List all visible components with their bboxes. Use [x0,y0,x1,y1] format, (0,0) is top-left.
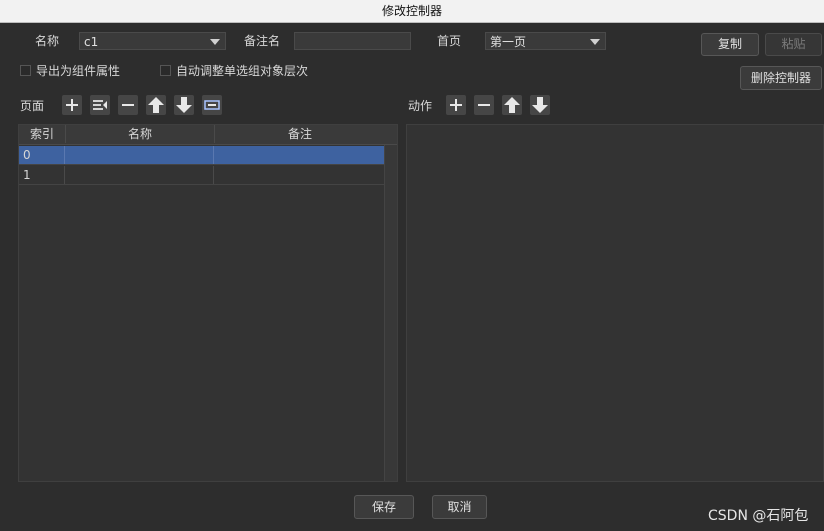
pages-table[interactable]: 索引 名称 备注 0 1 [18,124,398,482]
add-icon [450,99,462,111]
homepage-combobox[interactable]: 第一页 [485,32,606,50]
save-button[interactable]: 保存 [354,495,414,519]
remark-label: 备注名 [244,34,281,48]
dialog-body: 名称 c1 备注名 首页 第一页 复制 粘贴 导出为组件属性 自动调整单选组对象… [0,23,824,531]
move-up-icon [504,97,520,113]
column-header-note[interactable]: 备注 [215,125,385,143]
row-name[interactable] [66,146,214,164]
auto-adjust-label: 自动调整单选组对象层次 [176,64,309,78]
window-title: 修改控制器 [0,0,824,23]
table-header: 索引 名称 备注 [19,125,397,145]
column-header-name[interactable]: 名称 [66,125,215,143]
copy-button[interactable]: 复制 [701,33,759,56]
paste-button[interactable]: 粘贴 [765,33,822,56]
move-page-down-button[interactable] [174,95,194,115]
actions-label: 动作 [408,99,433,113]
name-label: 名称 [35,34,60,48]
cancel-button[interactable]: 取消 [432,495,487,519]
move-down-icon [532,97,548,113]
table-row[interactable]: 1 [19,166,385,185]
chevron-down-icon [590,39,600,45]
edit-page-button[interactable] [202,95,222,115]
column-header-index[interactable]: 索引 [19,125,66,143]
vertical-scrollbar[interactable] [384,145,397,481]
homepage-label: 首页 [437,34,462,48]
insert-page-button[interactable] [90,95,110,115]
move-page-up-button[interactable] [146,95,166,115]
name-combobox[interactable]: c1 [79,32,226,50]
row-name[interactable] [66,166,214,184]
homepage-value: 第一页 [490,35,527,49]
row-index: 0 [19,146,65,164]
remove-page-button[interactable] [118,95,138,115]
move-up-icon [148,97,164,113]
insert-icon [93,100,107,110]
name-value: c1 [84,35,99,49]
watermark: CSDN @石阿包 [708,508,809,524]
delete-controller-button[interactable]: 删除控制器 [740,66,822,90]
table-row[interactable]: 0 [19,146,385,165]
remark-input[interactable] [294,32,411,50]
row-index: 1 [19,166,65,184]
row-note[interactable] [215,146,385,164]
add-icon [66,99,78,111]
auto-adjust-checkbox[interactable] [160,65,171,76]
move-down-icon [176,97,192,113]
export-checkbox[interactable] [20,65,31,76]
remove-icon [122,104,134,106]
export-label: 导出为组件属性 [36,64,121,78]
actions-list[interactable] [406,124,824,482]
chevron-down-icon [210,39,220,45]
row-note[interactable] [215,166,385,184]
move-action-up-button[interactable] [502,95,522,115]
remove-icon [478,104,490,106]
edit-icon [204,100,220,110]
pages-label: 页面 [20,99,45,113]
add-page-button[interactable] [62,95,82,115]
move-action-down-button[interactable] [530,95,550,115]
remove-action-button[interactable] [474,95,494,115]
add-action-button[interactable] [446,95,466,115]
